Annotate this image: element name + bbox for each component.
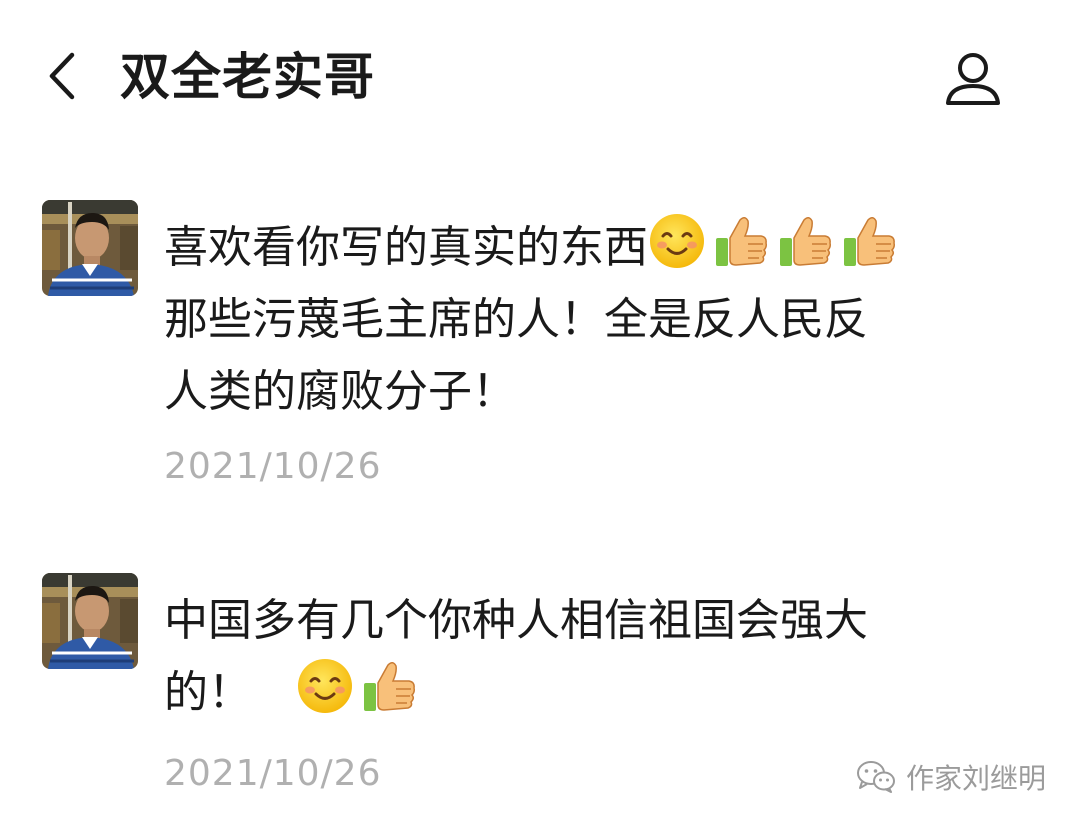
thumbs-up-emoji xyxy=(364,662,415,711)
chevron-left-icon xyxy=(49,52,75,100)
comment-date: 2021/10/26 xyxy=(164,753,382,794)
comment-line: 的！ xyxy=(164,657,1014,729)
avatar[interactable] xyxy=(42,200,138,296)
comment-line: 人类的腐败分子！ xyxy=(164,366,516,417)
comment-line: 中国多有几个你种人相信祖国会强大 xyxy=(164,595,868,646)
comment-line: 那些污蔑毛主席的人！全是反人民反 xyxy=(164,294,868,345)
thumbs-up-emoji xyxy=(716,217,767,266)
watermark-text: 作家刘继明 xyxy=(905,762,1046,795)
wechat-icon xyxy=(856,761,895,793)
person-icon xyxy=(946,53,1000,105)
thumbs-up-emoji xyxy=(844,217,895,266)
thumbs-up-emoji xyxy=(780,217,831,266)
comment-text: 中国多有几个你种人相信祖国会强大 的！ xyxy=(164,585,1014,729)
smiling-face-emoji xyxy=(650,214,704,268)
comment-text: 喜欢看你写的真实的东西 那些污蔑毛主席的人！全是反人民反 人类的腐败分子！ xyxy=(164,212,1014,428)
smiling-face-emoji xyxy=(298,659,352,713)
comment-line: 喜欢看你写的真实的东西 xyxy=(164,212,1014,284)
user-avatar-photo xyxy=(42,573,138,669)
user-avatar-photo xyxy=(42,200,138,296)
page-title: 双全老实哥 xyxy=(120,48,375,106)
back-button[interactable] xyxy=(36,48,86,104)
comment-date: 2021/10/26 xyxy=(164,446,382,487)
top-bar: 双全老实哥 xyxy=(0,0,1080,150)
watermark: 作家刘继明 xyxy=(856,757,1046,797)
avatar[interactable] xyxy=(42,573,138,669)
profile-button[interactable] xyxy=(938,46,1008,110)
